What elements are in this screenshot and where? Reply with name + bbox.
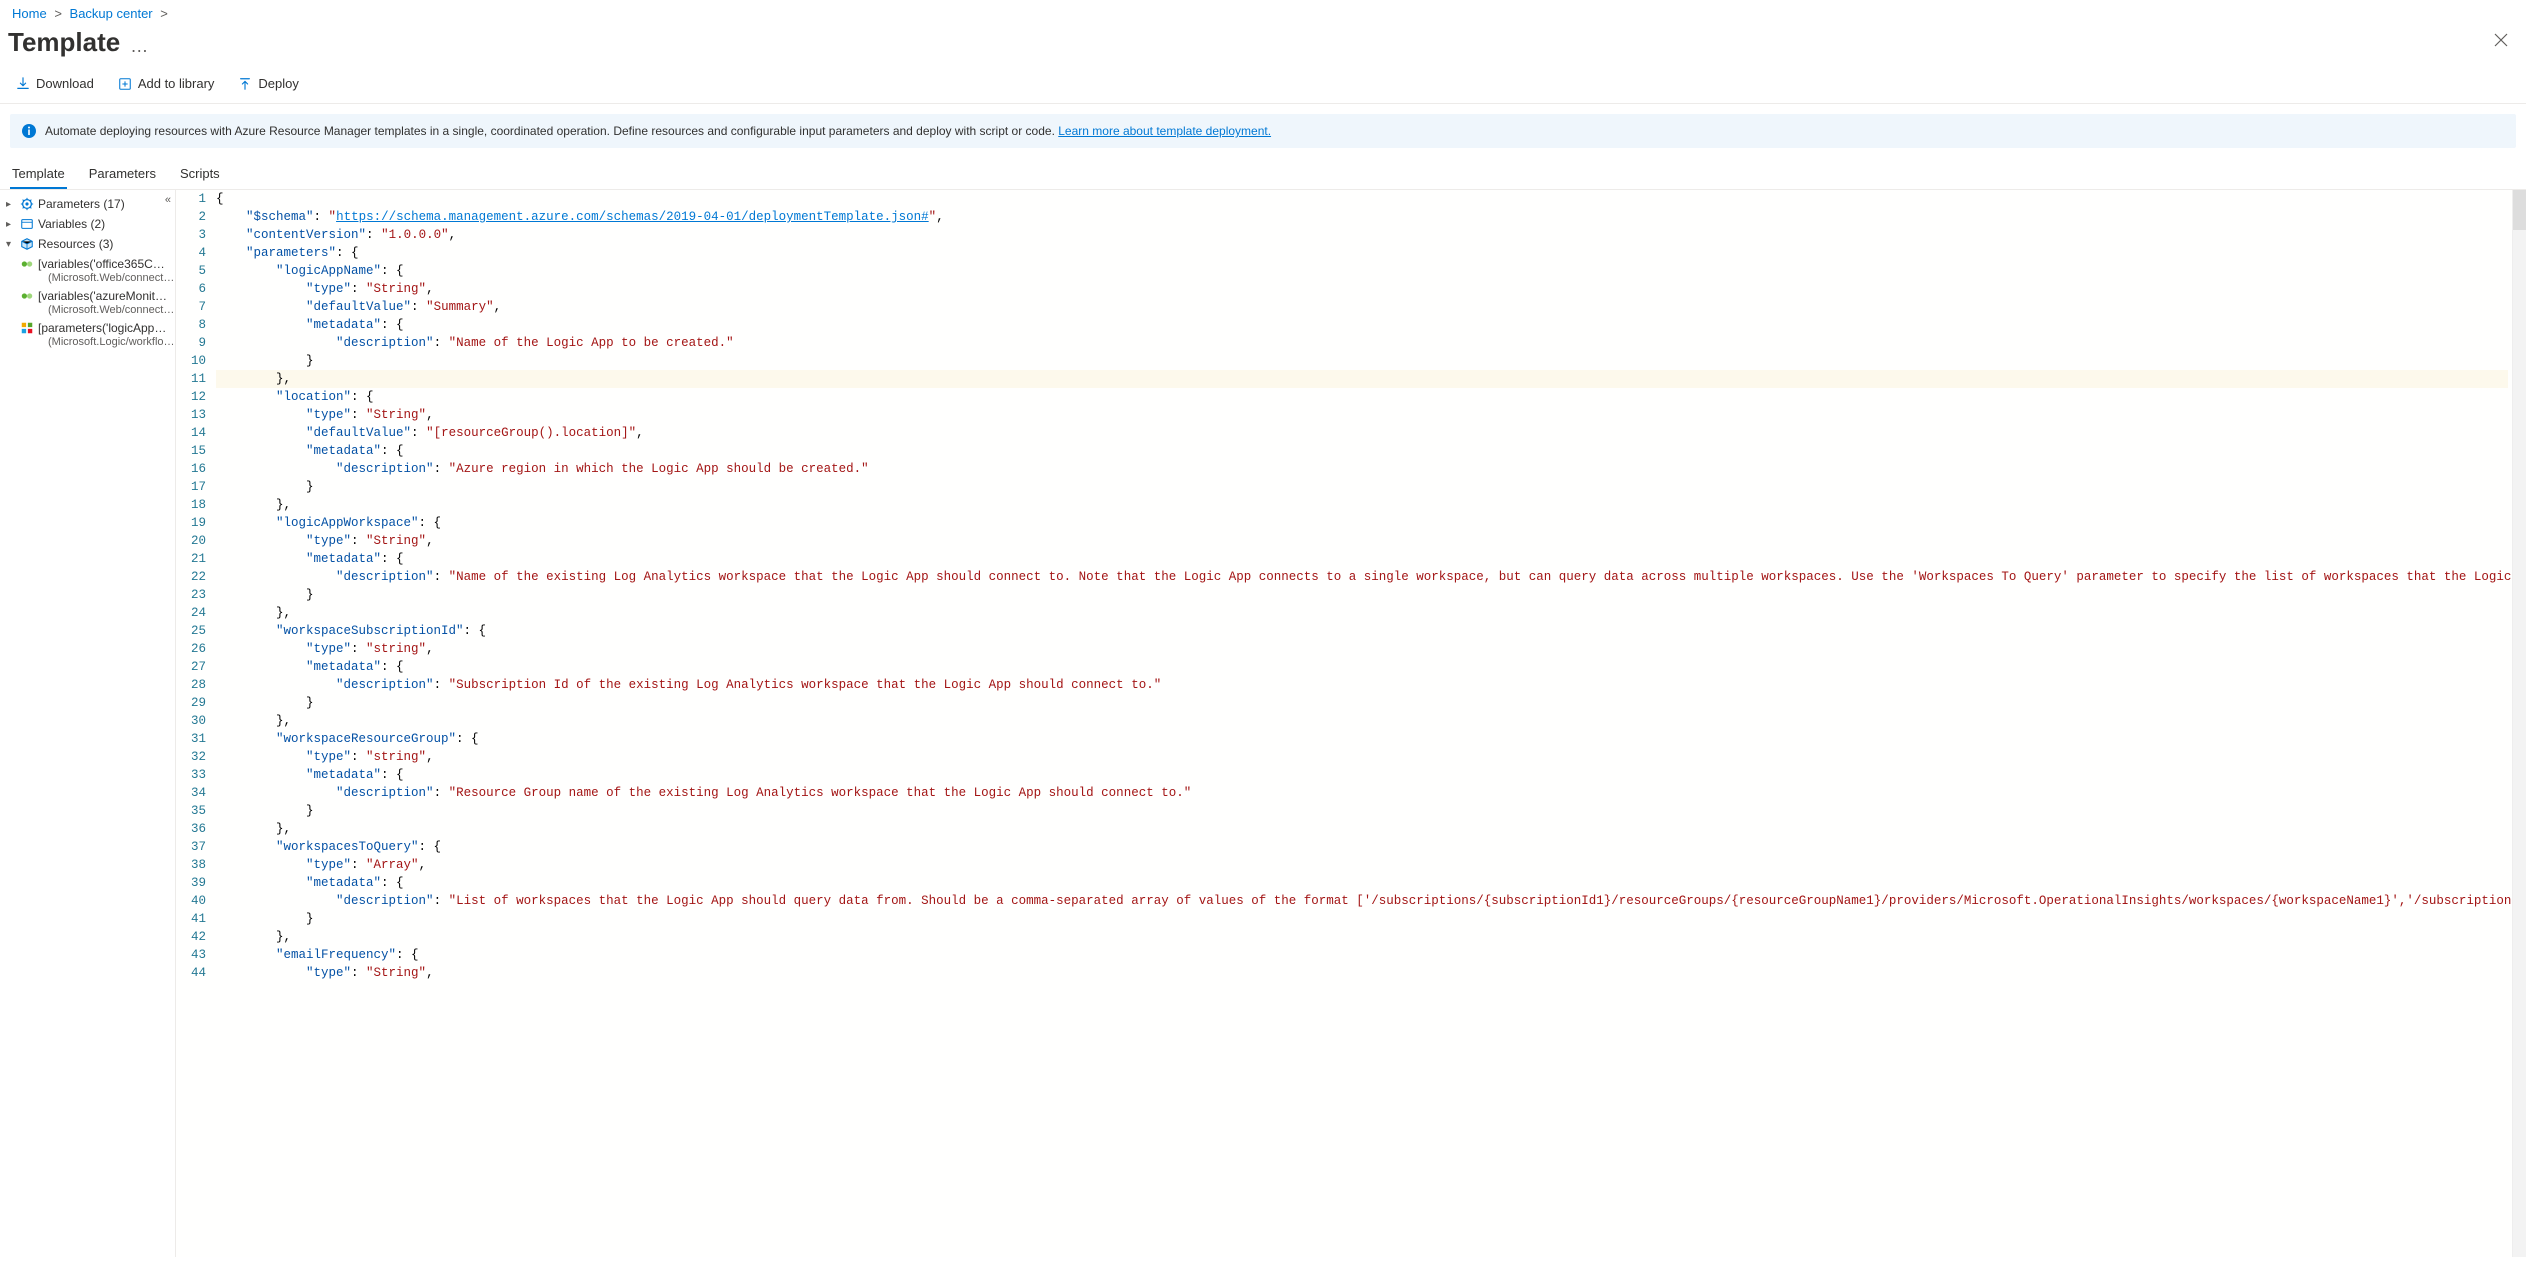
breadcrumb-separator: > — [54, 6, 62, 21]
tree-parameters[interactable]: ▸ Parameters (17) — [0, 194, 175, 214]
tree-parameters-label: Parameters (17) — [38, 197, 125, 211]
tree-variables[interactable]: ▸ Variables (2) — [0, 214, 175, 234]
add-to-library-button[interactable]: Add to library — [112, 72, 221, 95]
info-text: Automate deploying resources with Azure … — [45, 124, 1271, 138]
toolbar: Download Add to library Deploy — [0, 66, 2526, 104]
tree-resource-item[interactable]: [variables('azureMonitorLogsConnectionNa… — [14, 286, 175, 316]
chevron-down-icon: ▾ — [6, 239, 16, 250]
main-split: « ▸ Parameters (17) ▸ Variables (2) ▾ Re… — [0, 190, 2526, 1257]
deploy-button[interactable]: Deploy — [232, 72, 304, 95]
editor-gutter: 1234567891011121314151617181920212223242… — [176, 190, 216, 1257]
tree-panel: « ▸ Parameters (17) ▸ Variables (2) ▾ Re… — [0, 190, 176, 1257]
tree-resources-label: Resources (3) — [38, 237, 113, 251]
breadcrumb-separator: > — [160, 6, 168, 21]
tree-resources[interactable]: ▾ Resources (3) — [0, 234, 175, 254]
chevron-right-icon: ▸ — [6, 199, 16, 210]
page-title-more[interactable]: … — [130, 36, 149, 57]
download-icon — [16, 77, 30, 91]
tree-variables-label: Variables (2) — [38, 217, 105, 231]
resources-icon — [20, 237, 34, 251]
tree-resource-title: [variables('azureMonitorLogsConnectionNa… — [38, 289, 171, 303]
add-to-library-icon — [118, 77, 132, 91]
tabs: Template Parameters Scripts — [0, 158, 2526, 190]
tab-template[interactable]: Template — [10, 158, 67, 189]
minimap-viewport[interactable] — [2513, 190, 2526, 230]
deploy-icon — [238, 77, 252, 91]
tree-resources-children: [variables('office365ConnectionName')] (… — [0, 254, 175, 348]
chevron-right-icon: ▸ — [6, 219, 16, 230]
breadcrumb-home[interactable]: Home — [12, 6, 47, 21]
tree-resource-item[interactable]: [variables('office365ConnectionName')] (… — [14, 254, 175, 284]
breadcrumb: Home > Backup center > — [0, 0, 2526, 27]
info-icon — [21, 123, 37, 139]
deploy-label: Deploy — [258, 76, 298, 91]
close-button[interactable] — [2488, 29, 2514, 51]
tree-resource-item[interactable]: [parameters('logicAppName')] (Microsoft.… — [14, 318, 175, 348]
tree-resource-title: [variables('office365ConnectionName')] — [38, 257, 171, 271]
editor-minimap[interactable] — [2512, 190, 2526, 1257]
tree-resource-sub: (Microsoft.Web/connections) — [14, 272, 175, 284]
add-to-library-label: Add to library — [138, 76, 215, 91]
download-button[interactable]: Download — [10, 72, 100, 95]
connection-icon — [20, 257, 34, 271]
code-editor[interactable]: 1234567891011121314151617181920212223242… — [176, 190, 2526, 1257]
tab-parameters[interactable]: Parameters — [87, 158, 158, 189]
collapse-panel-button[interactable]: « — [165, 194, 171, 206]
workflow-icon — [20, 321, 34, 335]
connection-icon — [20, 289, 34, 303]
tree-resource-sub: (Microsoft.Logic/workflows) — [14, 336, 175, 348]
parameters-icon — [20, 197, 34, 211]
info-banner: Automate deploying resources with Azure … — [10, 114, 2516, 148]
breadcrumb-backup-center[interactable]: Backup center — [70, 6, 153, 21]
tree-resource-title: [parameters('logicAppName')] — [38, 321, 171, 335]
info-link[interactable]: Learn more about template deployment. — [1058, 124, 1271, 138]
tab-scripts[interactable]: Scripts — [178, 158, 222, 189]
page-header: Template … — [0, 27, 2526, 66]
page-title: Template — [8, 27, 120, 58]
editor-code[interactable]: { "$schema": "https://schema.management.… — [216, 190, 2526, 1257]
variables-icon — [20, 217, 34, 231]
close-icon — [2494, 33, 2508, 47]
download-label: Download — [36, 76, 94, 91]
tree-resource-sub: (Microsoft.Web/connections) — [14, 304, 175, 316]
